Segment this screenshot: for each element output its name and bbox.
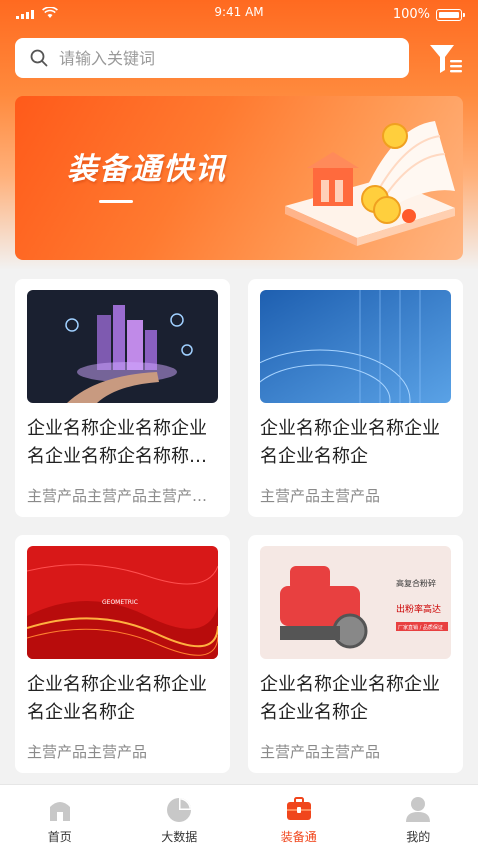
search-input[interactable]: [59, 48, 379, 68]
company-name: 企业名称企业名称企业名企业名称企名称称企业名称: [27, 418, 207, 467]
search-icon: [30, 49, 48, 67]
tab-equipment[interactable]: 装备通: [239, 785, 359, 850]
thumbnail-caption: 厂家直销 / 品质保证: [398, 624, 443, 631]
main-product: 主营产品主营产品: [260, 487, 381, 505]
toolbox-icon: [286, 797, 311, 820]
company-card[interactable]: 高复合粉碎 出粉率高达 厂家直销 / 品质保证 企业名称企业名称企业名企业名称企…: [248, 535, 463, 773]
main-product: 主营产品主营产品: [260, 743, 381, 761]
banner-underline: [99, 200, 133, 203]
tab-label: 大数据: [161, 830, 198, 844]
book-coins-illustration: [285, 121, 455, 246]
company-name: 企业名称企业名称企业名企业名称企: [27, 674, 207, 723]
thumbnail-caption: GEOMETRIC: [102, 599, 138, 606]
battery-percent: 100%: [392, 7, 430, 22]
tab-mine[interactable]: 我的: [359, 785, 478, 850]
filter-icon[interactable]: [428, 42, 464, 76]
bottom-tab-bar: 首页 大数据 装备通 我的: [0, 784, 478, 850]
home-icon: [49, 802, 70, 821]
card-thumbnail: [260, 290, 451, 403]
company-name: 企业名称企业名称企业名企业名称企: [260, 418, 440, 467]
main-product: 主营产品主营产品: [27, 743, 148, 761]
banner-title: 装备通快讯: [67, 152, 227, 187]
main-product: 主营产品主营产品主营产品主营: [27, 487, 218, 505]
battery-icon: [436, 9, 465, 21]
search-bar[interactable]: [15, 38, 409, 78]
tab-label: 首页: [47, 830, 72, 844]
thumbnail-caption: 出粉率高达: [396, 603, 441, 615]
tab-big-data[interactable]: 大数据: [120, 785, 240, 850]
thumbnail-caption: 高复合粉碎: [396, 578, 436, 588]
tab-label: 我的: [406, 830, 431, 844]
pie-chart-icon: [167, 798, 192, 822]
status-bar: 9:41 AM 100%: [0, 0, 478, 30]
card-thumbnail: 高复合粉碎 出粉率高达 厂家直销 / 品质保证: [260, 546, 451, 659]
tab-label: 装备通: [280, 830, 317, 844]
tab-home[interactable]: 首页: [0, 785, 120, 850]
company-card[interactable]: GEOMETRIC 企业名称企业名称企业名企业名称企 主营产品主营产品: [15, 535, 230, 773]
user-icon: [406, 797, 431, 822]
company-name: 企业名称企业名称企业名企业名称企: [260, 674, 440, 723]
card-thumbnail: GEOMETRIC: [27, 546, 218, 659]
news-banner[interactable]: 装备通快讯: [15, 96, 463, 260]
company-card[interactable]: 企业名称企业名称企业名企业名称企 主营产品主营产品: [248, 279, 463, 517]
company-grid: 企业名称企业名称企业名企业名称企名称称企业名称 主营产品主营产品主营产品主营 企…: [15, 279, 463, 773]
company-card[interactable]: 企业名称企业名称企业名企业名称企名称称企业名称 主营产品主营产品主营产品主营: [15, 279, 230, 517]
card-thumbnail: [27, 290, 218, 403]
